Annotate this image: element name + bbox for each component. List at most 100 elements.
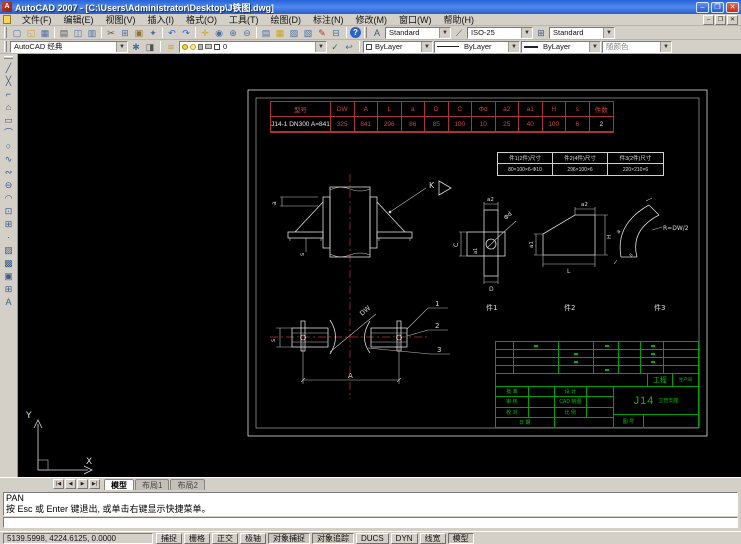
toggle-正交[interactable]: 正交 [212,532,238,544]
chevron-down-icon[interactable]: ▼ [508,41,519,52]
dim-style-icon[interactable]: ⟋ [452,27,466,39]
quickcalc-icon[interactable]: ⊟ [329,27,343,39]
workspace-save-icon[interactable]: ◨ [143,41,157,53]
plot-icon[interactable]: ▤ [57,27,71,39]
undo-icon[interactable]: ↶ [165,27,179,39]
toolbar-grip[interactable] [364,27,367,38]
toolbar-grip[interactable] [4,56,13,59]
command-input[interactable] [3,517,738,528]
tab-nav-1[interactable]: ◀ [65,479,76,489]
layer-properties-icon[interactable]: ≋ [164,41,178,53]
chevron-down-icon[interactable]: ▼ [439,27,450,38]
menu-item-4[interactable]: 格式(O) [180,15,223,25]
make-object-layer-current-icon[interactable]: ✓ [328,41,342,53]
zoom-previous-icon[interactable]: ⊖ [240,27,254,39]
doc-close-button[interactable]: ✕ [727,14,738,25]
tool-palettes-icon[interactable]: ▨ [287,27,301,39]
toolbar-grip[interactable] [4,27,7,38]
menu-item-10[interactable]: 帮助(H) [438,15,481,25]
linetype-dropdown[interactable]: ByLayer ▼ [434,40,520,53]
layer-plot-icon[interactable] [205,44,212,49]
chevron-down-icon[interactable]: ▼ [421,41,432,52]
chevron-down-icon[interactable]: ▼ [521,27,532,38]
circle-icon[interactable]: ○ [2,140,16,153]
tab-nav-2[interactable]: ▶ [77,479,88,489]
text-style-dropdown[interactable]: Standard ▼ [385,26,451,39]
ellipse-icon[interactable]: ⊖ [2,179,16,192]
publish-icon[interactable]: ▥ [85,27,99,39]
copy-icon[interactable]: ⊞ [118,27,132,39]
layer-previous-icon[interactable]: ↩ [342,41,356,53]
zoom-realtime-icon[interactable]: ◉ [212,27,226,39]
menu-item-1[interactable]: 编辑(E) [58,15,100,25]
toggle-栅格[interactable]: 栅格 [184,532,210,544]
arc-icon[interactable]: ⌒ [2,127,16,140]
region-icon[interactable]: ▣ [2,270,16,283]
gradient-icon[interactable]: ▩ [2,257,16,270]
menu-item-6[interactable]: 绘图(D) [265,15,308,25]
ellipse-arc-icon[interactable]: ◠ [2,192,16,205]
plot-preview-icon[interactable]: ◫ [71,27,85,39]
help-icon[interactable]: ? [350,27,361,38]
revcloud-icon[interactable]: ∿ [2,153,16,166]
menu-item-2[interactable]: 视图(V) [100,15,142,25]
chevron-down-icon[interactable]: ▼ [116,41,127,52]
markup-icon[interactable]: ✎ [315,27,329,39]
polygon-icon[interactable]: ⌂ [2,101,16,114]
pan-icon[interactable]: ✛ [198,27,212,39]
layer-freeze-icon[interactable] [190,43,196,50]
text-style-icon[interactable]: A [370,27,384,39]
make-block-icon[interactable]: ⊞ [2,218,16,231]
menu-item-5[interactable]: 工具(T) [223,15,265,25]
redo-icon[interactable]: ↷ [179,27,193,39]
plot-style-dropdown[interactable]: 随颜色 ▼ [602,40,672,53]
doc-minimize-button[interactable]: – [703,14,714,25]
lineweight-dropdown[interactable]: ByLayer ▼ [521,40,601,53]
menu-item-8[interactable]: 修改(M) [350,15,394,25]
hatch-icon[interactable]: ▨ [2,244,16,257]
table-style-dropdown[interactable]: Standard ▼ [549,26,615,39]
model-space-canvas[interactable]: K a s DW 1 2 3 A s Φd a2 C a1 D 件1 a1 a2… [18,54,741,477]
save-icon[interactable]: ▦ [38,27,52,39]
line-icon[interactable]: ╱ [2,62,16,75]
tab-布局2[interactable]: 布局2 [170,479,205,490]
command-history[interactable]: PAN 按 Esc 或 Enter 键退出, 或单击右键显示快捷菜单。 [3,492,738,516]
polyline-icon[interactable]: ⌐ [2,88,16,101]
chevron-down-icon[interactable]: ▼ [589,41,600,52]
toggle-线宽[interactable]: 线宽 [419,532,446,544]
match-properties-icon[interactable]: ✦ [146,27,160,39]
layer-on-icon[interactable] [182,43,188,50]
toggle-极轴[interactable]: 极轴 [240,532,266,544]
tab-模型[interactable]: 模型 [104,479,134,490]
workspace-dropdown[interactable]: AutoCAD 经典 ▼ [10,40,128,53]
spline-icon[interactable]: ∾ [2,166,16,179]
toggle-对象追踪[interactable]: 对象追踪 [312,532,354,544]
toggle-对象捕捉[interactable]: 对象捕捉 [268,532,310,544]
close-button[interactable]: ✕ [726,1,739,13]
table-icon[interactable]: ⊞ [2,283,16,296]
new-file-icon[interactable]: ▢ [10,27,24,39]
chevron-down-icon[interactable]: ▼ [660,41,671,52]
toggle-DYN[interactable]: DYN [390,532,418,544]
rectangle-icon[interactable]: ▭ [2,114,16,127]
tab-nav-0[interactable]: |◀ [53,479,64,489]
sheetset-manager-icon[interactable]: ▧ [301,27,315,39]
insert-block-icon[interactable]: ⊡ [2,205,16,218]
table-style-icon[interactable]: ⊞ [534,27,548,39]
doc-restore-button[interactable]: ❐ [715,14,726,25]
maximize-button[interactable]: ❐ [711,1,724,13]
chevron-down-icon[interactable]: ▼ [315,41,326,52]
menu-item-9[interactable]: 窗口(W) [393,15,438,25]
tab-布局1[interactable]: 布局1 [135,479,170,490]
layer-dropdown[interactable]: 0 ▼ [179,40,327,53]
properties-icon[interactable]: ▤ [259,27,273,39]
toggle-捕捉[interactable]: 捕捉 [156,532,182,544]
mtext-icon[interactable]: A [2,296,16,309]
paste-icon[interactable]: ▣ [132,27,146,39]
dim-style-dropdown[interactable]: ISO-25 ▼ [467,26,533,39]
menu-item-3[interactable]: 插入(I) [142,15,181,25]
cut-icon[interactable]: ✂ [104,27,118,39]
menu-item-0[interactable]: 文件(F) [16,15,58,25]
chevron-down-icon[interactable]: ▼ [603,27,614,38]
layer-lock-icon[interactable] [198,43,203,50]
